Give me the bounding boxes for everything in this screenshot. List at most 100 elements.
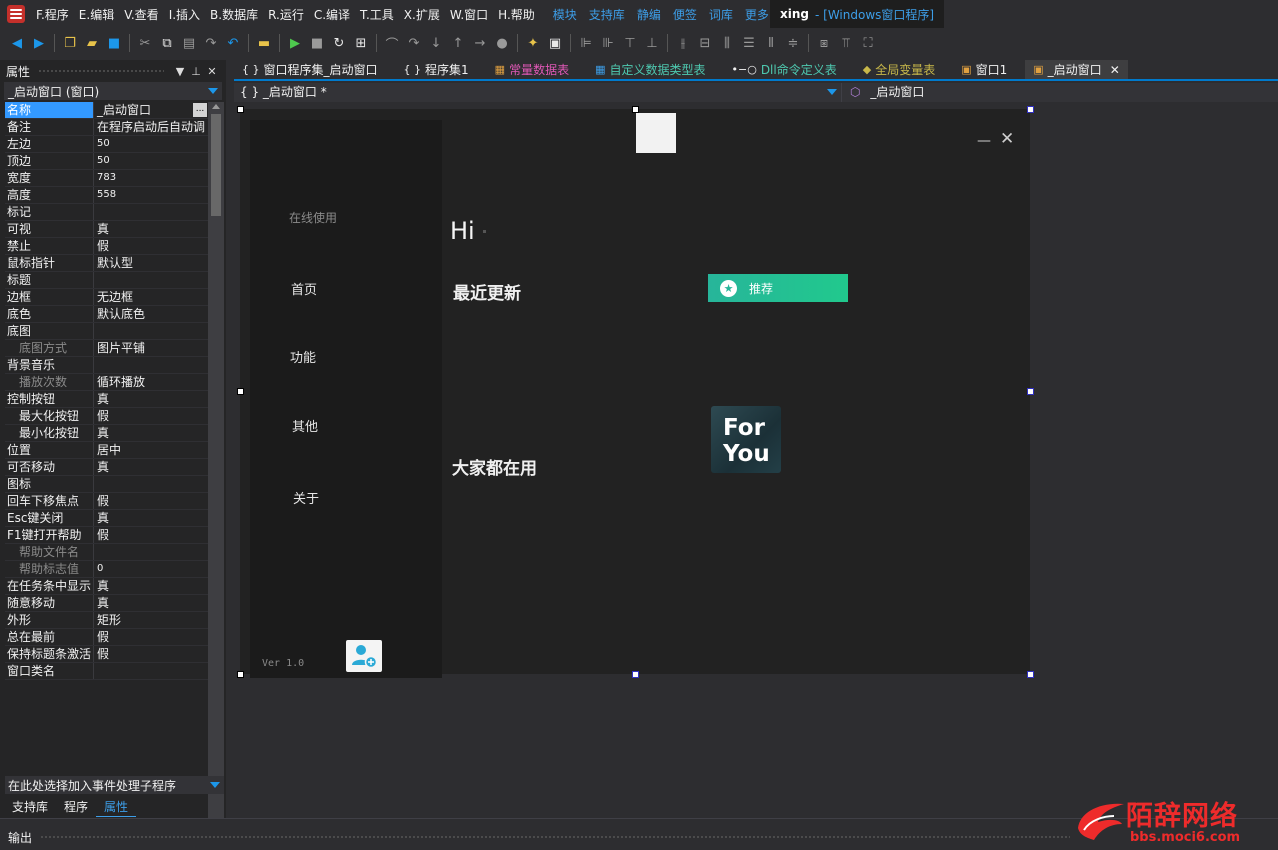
align-center-v-icon[interactable]: ⫲: [672, 32, 694, 54]
property-value[interactable]: 真: [94, 578, 208, 594]
resize-handle-w[interactable]: [237, 388, 244, 395]
panel-close-icon[interactable]: ✕: [204, 65, 220, 78]
property-value[interactable]: 在程序启动后自动调: [94, 119, 208, 135]
step-into-icon[interactable]: ↓: [425, 32, 447, 54]
step-up-icon[interactable]: ↑: [447, 32, 469, 54]
property-row[interactable]: 背景音乐: [5, 357, 208, 374]
center-form-icon[interactable]: ⧆: [813, 32, 835, 54]
menu-tools[interactable]: T.工具: [360, 6, 394, 23]
property-row[interactable]: 标记: [5, 204, 208, 221]
lock-icon[interactable]: ⛶: [857, 32, 879, 54]
property-value[interactable]: 居中: [94, 442, 208, 458]
tab-order-icon[interactable]: ⫪: [835, 32, 857, 54]
property-row[interactable]: 名称 _启动窗口...: [5, 102, 208, 119]
chevron-down-icon[interactable]: [208, 88, 218, 94]
resize-handle-e[interactable]: [1027, 388, 1034, 395]
menu-insert[interactable]: I.插入: [169, 6, 200, 23]
property-row[interactable]: 左边 50: [5, 136, 208, 153]
restart-icon[interactable]: ↻: [328, 32, 350, 54]
undo-icon[interactable]: ↶: [222, 32, 244, 54]
class-selector[interactable]: { } _启动窗口 *: [234, 83, 842, 102]
property-row[interactable]: 在任务条中显示真: [5, 578, 208, 595]
align-center-h-icon[interactable]: ⊟: [694, 32, 716, 54]
tab-properties[interactable]: 属性: [96, 797, 137, 817]
property-value[interactable]: 假: [94, 527, 208, 543]
nav-features[interactable]: 功能: [290, 347, 316, 366]
property-value[interactable]: 矩形: [94, 612, 208, 628]
property-value[interactable]: 图片平铺: [94, 340, 208, 356]
app-logo-icon[interactable]: [6, 3, 28, 25]
property-row[interactable]: 外形 矩形: [5, 612, 208, 629]
link-dictionary[interactable]: 词库: [709, 6, 733, 23]
recommend-button[interactable]: ★ 推荐: [708, 274, 848, 302]
property-row[interactable]: 禁止假: [5, 238, 208, 255]
property-row[interactable]: 回车下移焦点假: [5, 493, 208, 510]
property-row[interactable]: 可否移动真: [5, 459, 208, 476]
panel-dropdown-icon[interactable]: ▼: [172, 65, 188, 78]
property-value[interactable]: 假: [94, 629, 208, 645]
link-notes[interactable]: 便签: [673, 6, 697, 23]
property-row[interactable]: 鼠标指针 默认型: [5, 255, 208, 272]
menu-view[interactable]: V.查看: [124, 6, 158, 23]
property-value[interactable]: 默认型: [94, 255, 208, 271]
property-row[interactable]: 宽度 783: [5, 170, 208, 187]
nav-online-use[interactable]: 在线使用: [289, 209, 337, 226]
property-value[interactable]: [94, 357, 208, 373]
property-row[interactable]: F1键打开帮助假: [5, 527, 208, 544]
link-modules[interactable]: 模块: [553, 6, 577, 23]
property-value[interactable]: 真: [94, 459, 208, 475]
properties-scrollbar[interactable]: [208, 102, 224, 835]
save-icon[interactable]: ■: [103, 32, 125, 54]
link-more[interactable]: 更多: [745, 6, 769, 23]
add-user-button[interactable]: [346, 640, 382, 672]
property-value[interactable]: 真: [94, 221, 208, 237]
property-value[interactable]: 假: [94, 408, 208, 424]
property-row[interactable]: 帮助标志值 0: [5, 561, 208, 578]
property-row[interactable]: 边框 无边框: [5, 289, 208, 306]
avatar[interactable]: [636, 113, 676, 153]
cut-icon[interactable]: ✂: [134, 32, 156, 54]
menu-database[interactable]: B.数据库: [210, 6, 258, 23]
property-value[interactable]: 558: [94, 187, 208, 203]
menu-compile[interactable]: C.编译: [314, 6, 350, 23]
chevron-down-icon[interactable]: [827, 89, 837, 95]
minimize-button[interactable]: —: [977, 133, 991, 149]
ellipsis-button[interactable]: ...: [193, 103, 207, 117]
resize-handle-n[interactable]: [632, 106, 639, 113]
same-height-icon[interactable]: ≑: [782, 32, 804, 54]
member-selector[interactable]: ⬡ _启动窗口: [842, 83, 1278, 102]
property-value[interactable]: [94, 476, 208, 492]
property-value[interactable]: 真: [94, 425, 208, 441]
property-value[interactable]: [94, 663, 208, 679]
property-value[interactable]: [94, 544, 208, 560]
menu-edit[interactable]: E.编辑: [79, 6, 114, 23]
tab-support-lib[interactable]: 支持库: [4, 797, 56, 817]
property-row[interactable]: 帮助文件名: [5, 544, 208, 561]
nav-home[interactable]: 首页: [291, 279, 317, 298]
paste-icon[interactable]: ▤: [178, 32, 200, 54]
tab-startup-window[interactable]: ▣ _启动窗口 ✕: [1025, 60, 1128, 79]
property-value[interactable]: 783: [94, 170, 208, 186]
form-sidebar[interactable]: 在线使用 首页 功能 其他 关于 Ver 1.0: [250, 120, 442, 678]
align-top-icon[interactable]: ⊤: [619, 32, 641, 54]
close-icon[interactable]: ✕: [1110, 63, 1120, 77]
property-row[interactable]: 高度 558: [5, 187, 208, 204]
property-value[interactable]: 真: [94, 510, 208, 526]
nav-about[interactable]: 关于: [293, 488, 319, 507]
property-row[interactable]: 保持标题条激活假: [5, 646, 208, 663]
distribute-v-icon[interactable]: ☰: [738, 32, 760, 54]
tab-window1[interactable]: ▣ 窗口1: [953, 60, 1015, 79]
property-row[interactable]: 图标: [5, 476, 208, 493]
property-value[interactable]: 50: [94, 136, 208, 152]
property-row[interactable]: 备注 在程序启动后自动调: [5, 119, 208, 136]
resize-handle-ne[interactable]: [1027, 106, 1034, 113]
resize-handle-sw[interactable]: [237, 671, 244, 678]
property-value[interactable]: 0: [94, 561, 208, 577]
object-selector[interactable]: _启动窗口 (窗口): [4, 82, 222, 100]
output-title[interactable]: 输出: [8, 829, 32, 846]
forward-icon[interactable]: ▶: [28, 32, 50, 54]
chevron-down-icon[interactable]: [210, 782, 220, 788]
form-close-button[interactable]: ✕: [1000, 129, 1014, 149]
compile-icon[interactable]: ⊞: [350, 32, 372, 54]
menu-extensions[interactable]: X.扩展: [404, 6, 440, 23]
